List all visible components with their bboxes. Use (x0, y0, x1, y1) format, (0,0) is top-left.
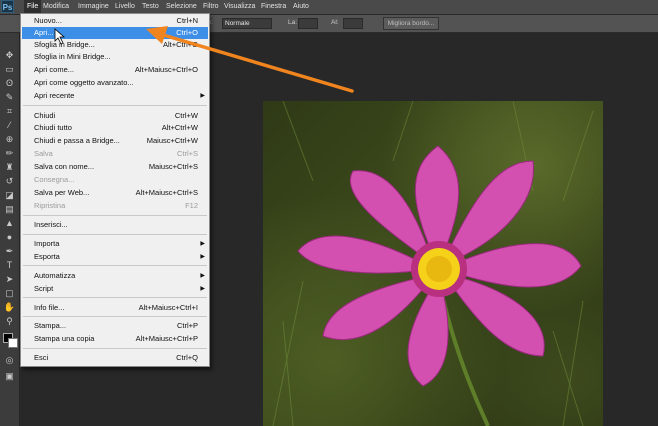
brush-tool-icon[interactable]: ✏ (3, 148, 16, 159)
menu-visualizza[interactable]: Visualizza (224, 0, 255, 14)
marquee-tool-icon[interactable]: ▭ (3, 64, 16, 75)
path-select-icon[interactable]: ➤ (3, 274, 16, 285)
menu-item-apri-come[interactable]: Apri come... Alt+Maiusc+Ctrl+O (22, 64, 208, 76)
submenu-arrow-icon: ▶ (200, 241, 205, 247)
photoshop-logo: Ps (1, 0, 14, 13)
menu-separator (23, 234, 207, 235)
dodge-tool-icon[interactable]: ● (3, 232, 16, 243)
width-input[interactable] (298, 18, 318, 29)
gradient-tool-icon[interactable]: ▤ (3, 204, 16, 215)
quick-select-icon[interactable]: ✎ (3, 92, 16, 103)
menu-item-salva-per-web[interactable]: Salva per Web... Alt+Maiusc+Ctrl+S (22, 187, 208, 199)
menu-filtro[interactable]: Filtro (203, 0, 219, 14)
menu-separator (23, 348, 207, 349)
menu-testo[interactable]: Testo (142, 0, 159, 14)
menu-item-ripristina[interactable]: Ripristina F12 (22, 200, 208, 212)
pen-tool-icon[interactable]: ✒ (3, 246, 16, 257)
submenu-arrow-icon: ▶ (200, 273, 205, 279)
blur-tool-icon[interactable]: ▲ (3, 218, 16, 229)
menu-livello[interactable]: Livello (115, 0, 135, 14)
menu-file[interactable]: File (24, 0, 42, 14)
tools-panel: ✥ ▭ ʘ ✎ ⌗ ⁄ ⊕ ✏ ♜ ↺ ◪ ▤ ▲ ● ✒ T ➤ ▢ ✋ ⚲ … (0, 33, 20, 426)
menu-item-esporta[interactable]: Esporta ▶ (22, 251, 208, 263)
menu-item-sfoglia-mini-bridge[interactable]: Sfoglia in Mini Bridge... (22, 51, 208, 63)
menu-item-chiudi-tutto[interactable]: Chiudi tutto Alt+Ctrl+W (22, 122, 208, 134)
background-color-swatch[interactable] (8, 338, 18, 348)
flower-photo (263, 101, 603, 426)
menu-item-salva[interactable]: Salva Ctrl+S (22, 148, 208, 160)
shape-tool-icon[interactable]: ▢ (3, 288, 16, 299)
menu-separator (23, 105, 207, 106)
move-tool-icon[interactable]: ✥ (3, 50, 16, 61)
lasso-tool-icon[interactable]: ʘ (3, 78, 16, 89)
zoom-tool-icon[interactable]: ⚲ (3, 316, 16, 327)
menu-item-nuovo[interactable]: Nuovo... Ctrl+N (22, 15, 208, 27)
submenu-arrow-icon: ▶ (200, 254, 205, 260)
menu-item-automatizza[interactable]: Automatizza ▶ (22, 270, 208, 282)
menu-item-salva-con-nome[interactable]: Salva con nome... Maiusc+Ctrl+S (22, 161, 208, 173)
file-menu-dropdown: Nuovo... Ctrl+N Apri... Ctrl+O Sfoglia i… (20, 13, 210, 367)
menu-separator (23, 297, 207, 298)
menu-finestra[interactable]: Finestra (261, 0, 286, 14)
history-brush-icon[interactable]: ↺ (3, 176, 16, 187)
menu-item-stampa-copia[interactable]: Stampa una copia Alt+Maiusc+Ctrl+P (22, 333, 208, 345)
menu-item-inserisci[interactable]: Inserisci... (22, 219, 208, 231)
menu-selezione[interactable]: Selezione (166, 0, 197, 14)
menu-item-apri[interactable]: Apri... Ctrl+O (22, 27, 208, 39)
menu-modifica[interactable]: Modifica (43, 0, 69, 14)
eyedropper-icon[interactable]: ⁄ (3, 120, 16, 131)
height-input[interactable] (343, 18, 363, 29)
menu-separator (23, 265, 207, 266)
type-tool-icon[interactable]: T (3, 260, 16, 271)
screen-mode-icon[interactable]: ▣ (3, 371, 16, 382)
crop-tool-icon[interactable]: ⌗ (3, 106, 16, 117)
menu-item-apri-oggetto-avanzato[interactable]: Apri come oggetto avanzato... (22, 77, 208, 89)
submenu-arrow-icon: ▶ (200, 286, 205, 292)
eraser-tool-icon[interactable]: ◪ (3, 190, 16, 201)
menu-item-info-file[interactable]: Info file... Alt+Maiusc+Ctrl+I (22, 302, 208, 314)
healing-brush-icon[interactable]: ⊕ (3, 134, 16, 145)
menu-aiuto[interactable]: Aiuto (293, 0, 309, 14)
menu-item-chiudi-passa-bridge[interactable]: Chiudi e passa a Bridge... Maiusc+Ctrl+W (22, 135, 208, 147)
menu-separator (23, 215, 207, 216)
height-label: Al: (331, 19, 339, 26)
menu-item-stampa[interactable]: Stampa... Ctrl+P (22, 320, 208, 332)
quick-mask-icon[interactable]: ◎ (3, 355, 16, 366)
clone-stamp-icon[interactable]: ♜ (3, 162, 16, 173)
width-label: La: (288, 19, 298, 26)
menu-immagine[interactable]: Immagine (78, 0, 109, 14)
menu-item-esci[interactable]: Esci Ctrl+Q (22, 352, 208, 364)
menu-item-sfoglia-bridge[interactable]: Sfoglia in Bridge... Alt+Ctrl+O (22, 39, 208, 51)
menu-item-apri-recente[interactable]: Apri recente ▶ (22, 90, 208, 102)
menu-separator (23, 316, 207, 317)
menu-item-importa[interactable]: Importa ▶ (22, 238, 208, 250)
mode-select[interactable]: Normale (222, 18, 272, 29)
menu-item-consegna[interactable]: Consegna... (22, 174, 208, 186)
menu-item-chiudi[interactable]: Chiudi Ctrl+W (22, 110, 208, 122)
menu-item-script[interactable]: Script ▶ (22, 283, 208, 295)
refine-edge-button[interactable]: Migliora bordo... (383, 17, 439, 30)
hand-tool-icon[interactable]: ✋ (3, 302, 16, 313)
flower-illustration (272, 101, 594, 426)
submenu-arrow-icon: ▶ (200, 93, 205, 99)
